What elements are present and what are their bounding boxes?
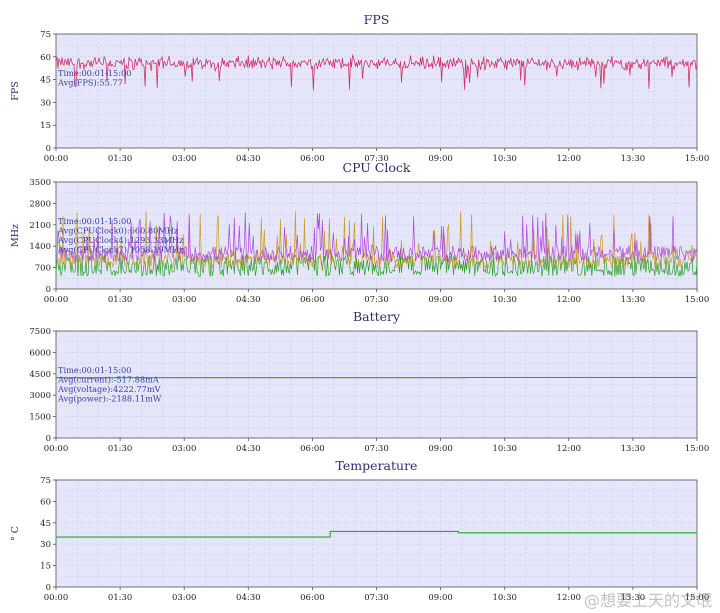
x-tick-label: 10:30 — [492, 295, 517, 305]
annotation-line: Avg(CPUClock4):1293.33MHz — [57, 235, 184, 245]
x-tick-label: 15:00 — [685, 154, 710, 164]
y-tick-label: 45 — [40, 519, 51, 529]
x-tick-label: 03:00 — [172, 593, 197, 603]
y-tick-label: 0 — [46, 434, 51, 444]
x-tick-label: 00:00 — [44, 593, 69, 603]
x-tick-label: 04:30 — [236, 295, 261, 305]
x-tick-label: 04:30 — [236, 154, 261, 164]
annotation-line: Avg(FPS):55.77 — [57, 78, 123, 88]
x-tick-label: 06:00 — [300, 295, 325, 305]
y-axis-label: MHz — [10, 224, 21, 247]
y-tick-label: 7500 — [29, 327, 51, 337]
x-tick-label: 03:00 — [172, 154, 197, 164]
y-tick-label: 60 — [40, 497, 51, 507]
annotation-line: Avg(power):-2188.11mW — [57, 394, 162, 404]
watermark: @想要上天的文氓 — [583, 591, 712, 610]
y-tick-label: 15 — [40, 562, 51, 572]
y-tick-label: 30 — [40, 98, 51, 108]
chart-title: CPU Clock — [343, 160, 411, 175]
x-tick-label: 07:30 — [364, 593, 389, 603]
x-tick-label: 07:30 — [364, 444, 389, 454]
annotation-line: Avg(voltage):4222.77mV — [57, 384, 162, 394]
chart-title: Temperature — [336, 458, 418, 473]
x-tick-label: 12:00 — [557, 295, 582, 305]
annotation-line: Time:00:01-15:00 — [58, 365, 131, 375]
y-tick-label: 0 — [46, 144, 51, 154]
x-tick-label: 01:30 — [108, 593, 133, 603]
annotation-line: Avg(CPUClock7):1058.39MHz — [57, 245, 184, 255]
x-tick-label: 06:00 — [300, 444, 325, 454]
x-tick-label: 04:30 — [236, 444, 261, 454]
y-tick-label: 45 — [40, 76, 51, 86]
x-tick-label: 07:30 — [364, 295, 389, 305]
y-tick-label: 2100 — [29, 221, 51, 231]
y-tick-label: 1400 — [29, 242, 51, 252]
chart-cpu-clock: CPU Clock 00:00 01:30 03:00 04:30 06:00 07:30 0… — [10, 160, 709, 305]
y-tick-label: 3500 — [29, 178, 51, 188]
x-tick-label: 09:00 — [428, 593, 453, 603]
x-tick-label: 10:30 — [492, 444, 517, 454]
x-tick-label: 15:00 — [685, 444, 710, 454]
x-tick-label: 15:00 — [685, 295, 710, 305]
y-tick-label: 60 — [40, 53, 51, 63]
annotation-line: Time:00:01-15:00 — [58, 216, 131, 226]
y-tick-label: 75 — [40, 30, 51, 40]
y-tick-label: 15 — [40, 121, 51, 131]
y-axis-label: FPS — [10, 81, 21, 101]
x-tick-label: 09:00 — [428, 444, 453, 454]
y-tick-label: 2800 — [29, 199, 51, 209]
y-tick-label: 1500 — [29, 413, 51, 423]
x-tick-label: 12:00 — [557, 444, 582, 454]
x-tick-label: 10:30 — [492, 593, 517, 603]
x-tick-label: 06:00 — [300, 593, 325, 603]
y-tick-label: 30 — [40, 540, 51, 550]
chart-battery: Battery 00:00 01:30 03:00 04:30 06:00 07:30 09:… — [29, 309, 709, 454]
annotation-line: Time:00:01-15:00 — [58, 68, 131, 78]
x-tick-label: 01:30 — [108, 444, 133, 454]
x-tick-label: 10:30 — [492, 154, 517, 164]
x-tick-label: 12:00 — [557, 593, 582, 603]
y-tick-label: 3000 — [29, 391, 51, 401]
y-tick-label: 0 — [46, 583, 51, 593]
x-tick-label: 13:30 — [621, 295, 646, 305]
x-tick-label: 03:00 — [172, 295, 197, 305]
x-tick-label: 12:00 — [557, 154, 582, 164]
x-tick-label: 01:30 — [108, 154, 133, 164]
y-axis-label: ° C — [10, 526, 21, 541]
chart-title: Battery — [353, 309, 401, 324]
x-tick-label: 09:00 — [428, 154, 453, 164]
annotation-line: Avg(CPUClock0):660.80MHz — [57, 226, 179, 236]
chart-fps: FPS00:00 01:30 03:00 04:30 06:00 07:30 09:00 10… — [10, 12, 709, 164]
x-tick-label: 06:00 — [300, 154, 325, 164]
x-tick-label: 00:00 — [44, 154, 69, 164]
y-tick-label: 4500 — [29, 370, 51, 380]
y-tick-label: 75 — [40, 476, 51, 486]
performance-dashboard: FPS 00:00 01:30 03:00 04:30 06:00 07:30 09:00 10… — [10, 12, 709, 603]
x-tick-label: 00:00 — [44, 444, 69, 454]
x-tick-label: 09:00 — [428, 295, 453, 305]
chart-temperature: Temperature 00:00 01:30 03:00 04:30 06:00 07:3… — [10, 458, 709, 603]
x-tick-label: 03:00 — [172, 444, 197, 454]
x-tick-label: 13:30 — [621, 154, 646, 164]
x-tick-label: 13:30 — [621, 444, 646, 454]
chart-title: FPS — [364, 12, 390, 27]
x-tick-label: 00:00 — [44, 295, 69, 305]
x-tick-label: 04:30 — [236, 593, 261, 603]
x-tick-label: 01:30 — [108, 295, 133, 305]
y-tick-label: 700 — [35, 264, 51, 274]
y-tick-label: 0 — [46, 285, 51, 295]
annotation-line: Avg(current):-517.88mA — [57, 375, 159, 385]
y-tick-label: 6000 — [29, 348, 51, 358]
